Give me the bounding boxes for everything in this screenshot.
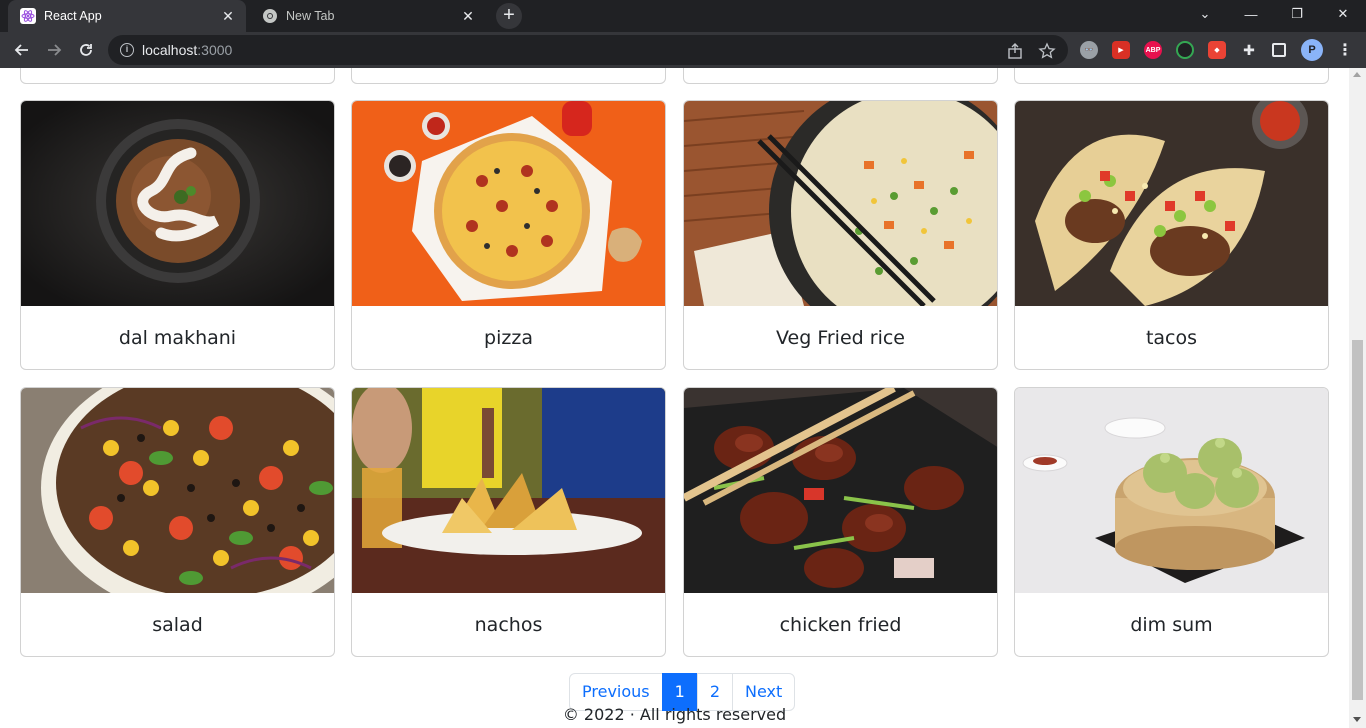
food-card[interactable]: pizza [351,100,666,370]
tab-search-icon[interactable]: ⌄ [1182,0,1228,28]
browser-toolbar: i localhost:3000 👓 ▶ ABP ◆ ✚ P ⋮ [0,32,1366,68]
card-partial [683,68,998,84]
reload-icon[interactable] [72,36,100,64]
card-partial [1014,68,1329,84]
side-panel-icon[interactable] [1272,43,1286,57]
card-title: salad [152,613,203,636]
url-port: :3000 [197,42,233,58]
pizza-photo [352,101,665,306]
address-bar[interactable]: i localhost:3000 [108,35,1068,65]
site-info-icon[interactable]: i [120,43,134,57]
card-title: pizza [484,326,533,349]
puzzle-extensions-icon[interactable]: ✚ [1240,41,1258,59]
tab-new-tab[interactable]: New Tab ✕ [250,0,486,32]
url-host: localhost [142,42,198,58]
share-icon[interactable] [1006,42,1024,60]
close-tab-icon[interactable]: ✕ [460,8,476,24]
page-viewport: dal makhani pizza Veg Fried rice tacos s… [0,68,1349,728]
card-title: nachos [474,613,543,636]
dim-sum-photo [1015,388,1328,593]
tab-react-app[interactable]: React App ✕ [8,0,246,32]
scroll-up-arrow-icon[interactable] [1353,72,1361,77]
react-logo-icon [20,8,36,24]
veg-fried-rice-photo [684,101,997,306]
new-tab-button[interactable]: + [496,3,522,29]
card-title: Veg Fried rice [776,326,905,349]
restore-button[interactable]: ❐ [1274,0,1320,28]
card-title: dal makhani [118,326,237,349]
salad-photo [21,388,334,593]
scroll-down-arrow-icon[interactable] [1353,717,1361,722]
food-card[interactable]: nachos [351,387,666,657]
adblock-plus-icon[interactable]: ABP [1144,41,1162,59]
tab-title: New Tab [286,9,335,23]
page-scrollbar[interactable] [1349,68,1366,728]
url-text: localhost:3000 [142,42,232,58]
bookmark-star-icon[interactable] [1038,42,1056,60]
forward-arrow-icon[interactable] [40,36,68,64]
card-title: dim sum [1130,613,1213,636]
back-arrow-icon[interactable] [8,36,36,64]
tab-title: React App [44,9,102,23]
chicken-fried-photo [684,388,997,593]
close-tab-icon[interactable]: ✕ [220,8,236,24]
minimize-button[interactable]: — [1228,0,1274,28]
card-title: chicken fried [779,613,902,636]
card-partial [351,68,666,84]
card-title: tacos [1145,326,1198,349]
food-card[interactable]: dal makhani [20,100,335,370]
food-card[interactable]: dim sum [1014,387,1329,657]
close-window-button[interactable]: ✕ [1320,0,1366,28]
kebab-menu-icon[interactable]: ⋮ [1336,41,1354,59]
food-card[interactable]: tacos [1014,100,1329,370]
food-card[interactable]: Veg Fried rice [683,100,998,370]
profile-avatar[interactable]: P [1301,39,1323,61]
dal-makhani-photo [21,101,334,306]
game-extension-icon[interactable]: ◆ [1208,41,1226,59]
circle-extension-icon[interactable] [1176,41,1194,59]
food-card[interactable]: chicken fried [683,387,998,657]
glasses-extension-icon[interactable]: 👓 [1080,41,1098,59]
chrome-logo-icon [262,8,278,24]
food-card[interactable]: salad [20,387,335,657]
browser-tabstrip: React App ✕ New Tab ✕ + ⌄ — ❐ ✕ [0,0,1366,32]
video-extension-icon[interactable]: ▶ [1112,41,1130,59]
scrollbar-thumb[interactable] [1352,340,1363,700]
footer-copyright: © 2022 · All rights reserved [562,705,787,724]
nachos-photo [352,388,665,593]
card-partial [20,68,335,84]
tacos-photo [1015,101,1328,306]
